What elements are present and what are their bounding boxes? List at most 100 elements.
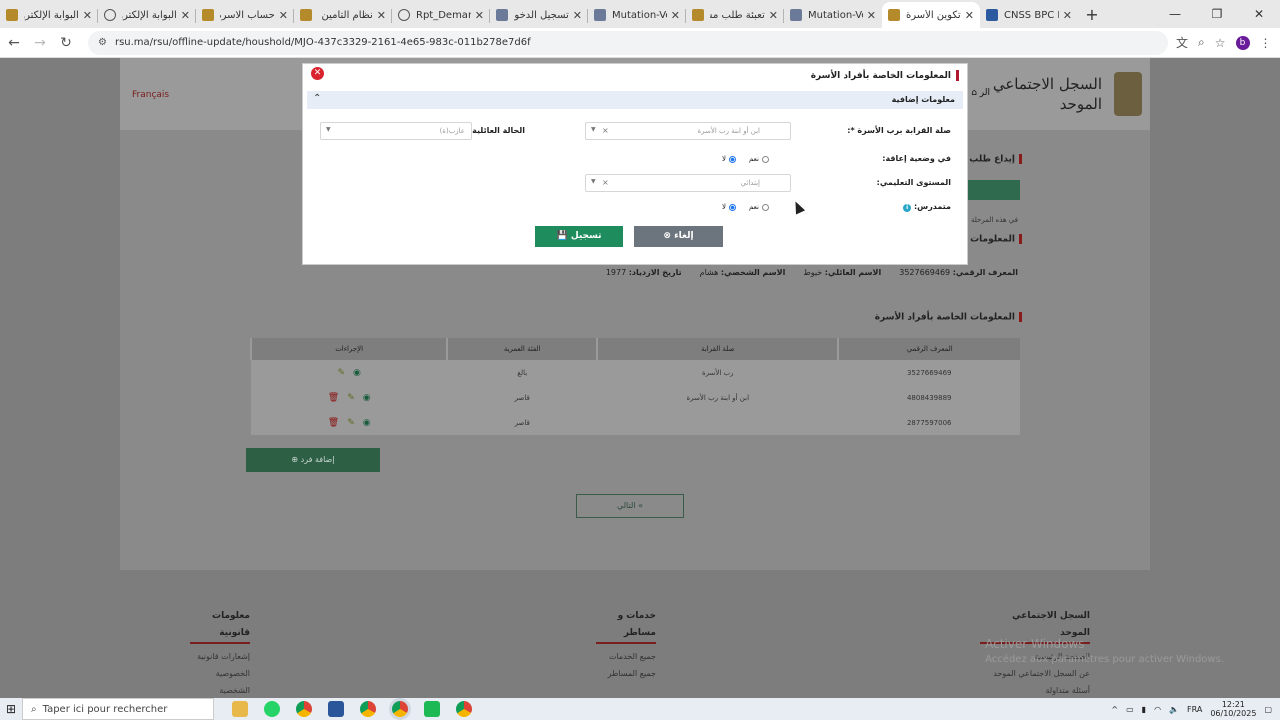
translate-icon[interactable]: 文 — [1176, 34, 1188, 51]
volume-icon[interactable]: 🔈 — [1169, 705, 1179, 714]
forward-icon[interactable]: → — [28, 35, 52, 51]
chevron-down-icon: ▼ — [326, 126, 331, 133]
browser-tab-active[interactable]: تكوين الأسرة ✕ — [882, 2, 980, 28]
schooled-no-radio[interactable]: لا — [722, 203, 736, 211]
cancel-button[interactable]: ⊗ إلغاء — [634, 226, 723, 247]
disability-yes-radio[interactable]: نعم — [749, 155, 769, 163]
emblem-icon — [692, 9, 704, 21]
notification-icon[interactable]: ▢ — [1264, 705, 1272, 714]
footer-link[interactable]: الخصوصية الشخصية — [190, 665, 250, 698]
reload-icon[interactable]: ↻ — [54, 35, 78, 51]
education-select[interactable]: إبتدائي × ▼ — [585, 174, 791, 192]
clear-icon[interactable]: × — [602, 126, 609, 135]
schooled-yes-radio[interactable]: نعم — [749, 203, 769, 211]
close-tab-icon[interactable]: ✕ — [1063, 9, 1072, 22]
menu-kebab-icon[interactable]: ⋮ — [1260, 36, 1272, 50]
system-tray: ^ ▭ ▮ ◠ 🔈 FRA 12:21 06/10/2025 ▢ — [1111, 698, 1272, 720]
browser-tab[interactable]: نظام التأمين الإ✕ — [294, 2, 392, 28]
edit-icon[interactable]: ✎ — [347, 418, 355, 428]
browser-tab[interactable]: تعبئة طلب مسـ✕ — [686, 2, 784, 28]
close-tab-icon[interactable]: ✕ — [867, 9, 876, 22]
close-tab-icon[interactable]: ✕ — [181, 9, 190, 22]
browser-tab[interactable]: Rpt_Demande✕ — [392, 2, 490, 28]
whatsapp-icon[interactable] — [264, 701, 280, 717]
edit-icon[interactable]: ✎ — [337, 368, 345, 378]
chrome-icon-active[interactable] — [392, 701, 408, 717]
save-button[interactable]: 💾 تسجيل — [535, 226, 623, 247]
footer-services: خدمات و مساطر جميع الخدمات جميع المساطر — [596, 608, 656, 682]
close-tab-icon[interactable]: ✕ — [671, 9, 680, 22]
address-bar-row: ← → ↻ ⚙ rsu.ma/rsu/offline-update/housho… — [0, 28, 1280, 58]
browser-tab[interactable]: البوابة الإلكترونية✕ — [0, 2, 98, 28]
network-icon[interactable]: ▭ — [1126, 705, 1134, 714]
browser-tab[interactable]: تسجيل الدخول✕ — [490, 2, 588, 28]
close-tab-icon[interactable]: ✕ — [769, 9, 778, 22]
add-member-button[interactable]: ⊕ إضافة فرد — [246, 448, 380, 472]
info-icon[interactable]: i — [903, 204, 912, 212]
taskbar-search[interactable]: ⌕ Taper ici pour rechercher — [22, 698, 214, 720]
chevron-up-icon[interactable]: ^ — [1111, 705, 1118, 714]
url-field[interactable]: ⚙ rsu.ma/rsu/offline-update/houshold/MJO… — [88, 30, 1168, 55]
chevron-up-icon[interactable]: ⌃ — [313, 93, 321, 104]
chrome-icon[interactable] — [296, 701, 312, 717]
radio-button-selected[interactable] — [729, 203, 736, 211]
delete-icon[interactable]: 🗑 — [328, 418, 339, 428]
marital-select[interactable]: عازب(ة) ▼ — [320, 122, 472, 140]
clock[interactable]: 12:21 06/10/2025 — [1210, 700, 1256, 718]
footer-link[interactable]: إشعارات قانونية — [190, 648, 250, 665]
browser-tab[interactable]: CNSS BPC Pay✕ — [980, 2, 1078, 28]
double-chevron-left-icon: « — [638, 501, 644, 510]
footer-link[interactable]: جميع المساطر — [596, 665, 656, 682]
clear-icon[interactable]: × — [602, 178, 609, 187]
site-info-icon[interactable]: ⚙ — [98, 37, 107, 48]
disability-label: في وضعية إعاقة: — [882, 154, 951, 163]
footer-link[interactable]: أسئلة متداولة — [980, 682, 1090, 698]
chrome-icon[interactable] — [456, 701, 472, 717]
footer-link[interactable]: جميع الخدمات — [596, 648, 656, 665]
radio-button[interactable] — [761, 155, 769, 163]
delete-icon[interactable]: 🗑 — [328, 393, 339, 403]
next-button[interactable]: التالي « — [576, 494, 684, 518]
battery-icon[interactable]: ▮ — [1142, 705, 1146, 714]
windows-start-icon[interactable]: ⊞ — [0, 702, 22, 716]
edit-icon[interactable]: ✎ — [347, 393, 355, 403]
close-tab-icon[interactable]: ✕ — [279, 9, 288, 22]
browser-tab[interactable]: Mutation-Vehi✕ — [588, 2, 686, 28]
browser-tab[interactable]: حساب الاسرة ✕ — [196, 2, 294, 28]
radio-button[interactable] — [761, 203, 769, 211]
view-icon[interactable]: ◉ — [363, 418, 371, 428]
chevron-down-icon: ▼ — [591, 178, 596, 185]
relation-select[interactable]: ابن أو ابنة رب الأسرة × ▼ — [585, 122, 791, 140]
minimize-icon[interactable]: — — [1154, 0, 1196, 28]
language-link[interactable]: Français — [132, 90, 169, 100]
close-tab-icon[interactable]: ✕ — [573, 9, 582, 22]
close-tab-icon[interactable]: ✕ — [83, 9, 92, 22]
close-window-icon[interactable]: ✕ — [1238, 0, 1280, 28]
back-icon[interactable]: ← — [2, 35, 26, 51]
view-icon[interactable]: ◉ — [353, 368, 361, 378]
close-tab-icon[interactable]: ✕ — [475, 9, 484, 22]
new-tab-button[interactable]: + — [1078, 2, 1106, 28]
file-explorer-icon[interactable] — [232, 701, 248, 717]
members-table: المعرف الرقمي صلة القرابة الفئة العمرية … — [249, 338, 1020, 435]
bookmark-star-icon[interactable]: ☆ — [1215, 36, 1226, 50]
home-link[interactable]: ⌂ الر — [971, 88, 990, 98]
radio-button-selected[interactable] — [729, 155, 736, 163]
additional-info-header[interactable]: معلومات إضافية ⌃ — [307, 91, 963, 109]
profile-avatar[interactable]: b — [1235, 35, 1250, 50]
browser-tab[interactable]: Mutation-Vehi✕ — [784, 2, 882, 28]
close-tab-icon[interactable]: ✕ — [377, 9, 386, 22]
cnss-icon — [986, 9, 998, 21]
word-icon[interactable] — [328, 701, 344, 717]
close-tab-icon[interactable]: ✕ — [965, 9, 974, 22]
language-indicator[interactable]: FRA — [1187, 705, 1202, 714]
close-icon[interactable]: ✕ — [311, 67, 324, 80]
chrome-icon[interactable] — [360, 701, 376, 717]
disability-no-radio[interactable]: لا — [722, 155, 736, 163]
app-icon[interactable] — [424, 701, 440, 717]
view-icon[interactable]: ◉ — [363, 393, 371, 403]
zoom-icon[interactable]: ⌕ — [1198, 35, 1205, 50]
wifi-icon[interactable]: ◠ — [1154, 705, 1161, 714]
restore-icon[interactable]: ❐ — [1196, 0, 1238, 28]
browser-tab[interactable]: البوابة الإلكترونية✕ — [98, 2, 196, 28]
